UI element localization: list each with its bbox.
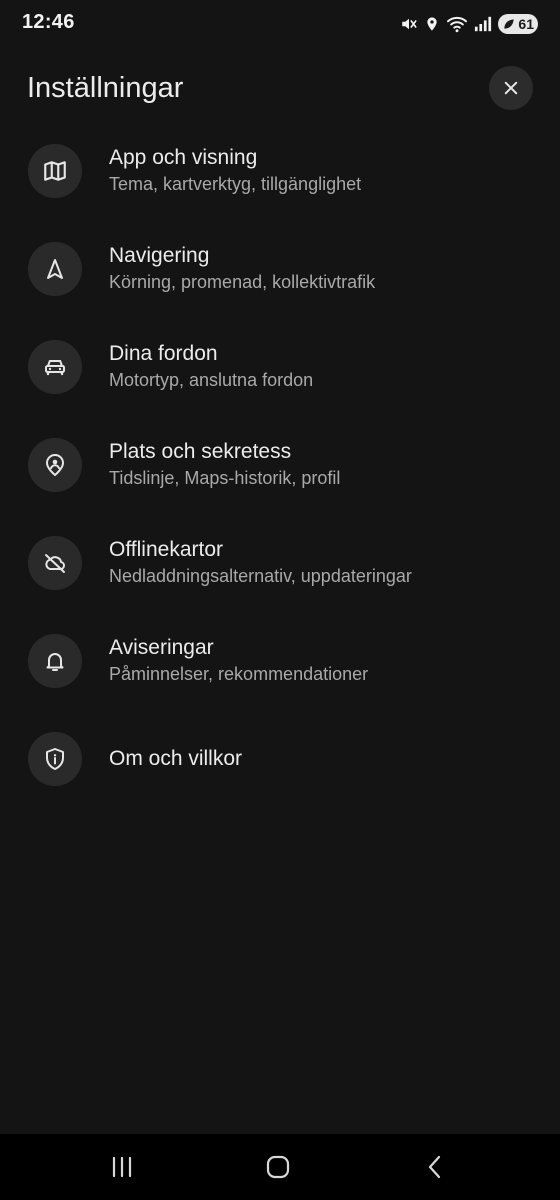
close-icon <box>504 81 518 95</box>
location-person-icon <box>28 438 82 492</box>
cloud-off-icon <box>28 536 82 590</box>
settings-item-title: Plats och sekretess <box>109 440 292 463</box>
settings-item-notifications[interactable]: Aviseringar Påminnelser, rekommendatione… <box>0 624 560 722</box>
header: Inställningar <box>0 60 560 120</box>
system-nav-bar <box>0 1134 560 1200</box>
recents-button[interactable] <box>102 1151 142 1183</box>
settings-item-navigation[interactable]: Navigering Körning, promenad, kollektivt… <box>0 232 560 330</box>
car-icon <box>28 340 82 394</box>
settings-item-vehicles[interactable]: Dina fordon Motortyp, anslutna fordon <box>0 330 560 428</box>
status-icons: 61 <box>400 12 538 36</box>
back-button[interactable] <box>415 1151 455 1183</box>
settings-item-offline-maps[interactable]: Offlinekartor Nedladdningsalternativ, up… <box>0 526 560 624</box>
home-icon <box>266 1155 290 1179</box>
close-button[interactable] <box>489 66 533 110</box>
settings-item-title: App och visning <box>109 146 258 169</box>
location-icon <box>424 15 440 33</box>
settings-item-title: Navigering <box>109 244 210 267</box>
bell-icon <box>28 634 82 688</box>
settings-list: App och visning Tema, kartverktyg, tillg… <box>0 134 560 820</box>
settings-item-title: Om och villkor <box>109 747 243 770</box>
settings-item-title: Offlinekartor <box>109 538 223 561</box>
home-button[interactable] <box>258 1151 298 1183</box>
settings-item-location-privacy[interactable]: Plats och sekretess Tidslinje, Maps-hist… <box>0 428 560 526</box>
settings-item-about-terms[interactable]: Om och villkor <box>0 722 560 820</box>
settings-item-subtitle: Motortyp, anslutna fordon <box>109 370 314 390</box>
map-icon <box>28 144 82 198</box>
recents-icon <box>112 1156 132 1178</box>
settings-screen: 12:46 61 Inställningar App och visning T… <box>0 0 560 1200</box>
settings-item-subtitle: Påminnelser, rekommendationer <box>109 664 369 684</box>
settings-item-subtitle: Tema, kartverktyg, tillgänglighet <box>109 174 362 194</box>
settings-item-title: Aviseringar <box>109 636 214 659</box>
battery-level: 61 <box>518 16 534 32</box>
mute-icon <box>400 15 418 33</box>
signal-icon <box>474 16 492 32</box>
settings-item-subtitle: Nedladdningsalternativ, uppdateringar <box>109 566 412 586</box>
battery-saver-leaf-icon <box>504 19 514 29</box>
back-icon <box>428 1155 441 1179</box>
wifi-icon <box>446 15 468 33</box>
settings-item-subtitle: Tidslinje, Maps-historik, profil <box>109 468 341 488</box>
settings-item-title: Dina fordon <box>109 342 218 365</box>
settings-item-subtitle: Körning, promenad, kollektivtrafik <box>109 272 376 292</box>
status-time: 12:46 <box>22 11 75 33</box>
shield-info-icon <box>28 732 82 786</box>
status-bar: 12:46 61 <box>0 0 560 46</box>
settings-item-app-display[interactable]: App och visning Tema, kartverktyg, tillg… <box>0 134 560 232</box>
page-title: Inställningar <box>27 72 184 104</box>
battery-icon: 61 <box>498 14 538 34</box>
navigation-arrow-icon <box>28 242 82 296</box>
